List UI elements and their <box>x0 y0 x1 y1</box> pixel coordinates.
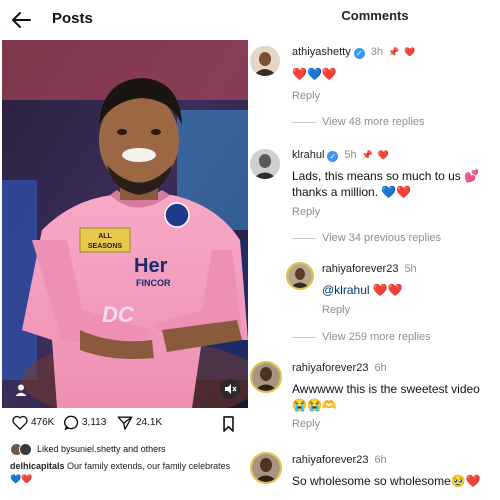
comment-action[interactable]: 3,113 <box>64 415 106 430</box>
caption-username[interactable]: delhicapitals <box>10 461 65 471</box>
comment-text-4: Awwwww this is the sweetest video 😭😭🫶 <box>292 382 480 412</box>
reply-button[interactable]: Reply <box>292 90 320 102</box>
avatar-image <box>252 363 280 391</box>
back-arrow-icon[interactable] <box>10 9 32 31</box>
avatar-image <box>250 46 280 76</box>
comment-text-5: So wholesome so wholesome🥹❤️ <box>292 474 481 488</box>
liked-by-prefix: Liked by <box>37 444 71 454</box>
comments-panel: Comments athiyashetty ✓ 3h 📌 ❤️ ❤️💙❤️ Reply … <box>250 0 500 500</box>
comment-username-2: klrahul ✓ 5h 📌 ❤️ <box>292 149 389 162</box>
sponsor-text-1: ALL <box>98 233 112 240</box>
heart-icon <box>12 415 28 430</box>
sponsor-text-4: FINCOR <box>136 278 171 288</box>
comment-time: 5h <box>344 149 357 161</box>
avatar[interactable] <box>250 452 282 484</box>
avatar[interactable] <box>250 149 280 179</box>
page-title: Posts <box>52 10 93 27</box>
comment-count: 3,113 <box>82 417 107 428</box>
comment-username-5: rahiyaforever23 6h <box>292 454 387 466</box>
post-action-bar: 476K 3,113 24.1K <box>0 412 250 436</box>
liked-by-user[interactable]: suniel.shetty <box>71 444 121 454</box>
view-more-replies[interactable]: View 48 more replies <box>322 116 425 128</box>
reply-button[interactable]: Reply <box>322 304 350 316</box>
share-count: 24.1K <box>136 417 163 428</box>
player-photo: ALL SEASONS Her FINCOR DC <box>2 40 248 408</box>
post-header: Posts <box>0 0 250 40</box>
comment-text-2: Lads, this means so much to us 💕 thanks … <box>292 169 480 199</box>
comment-user[interactable]: rahiyaforever23 <box>322 263 398 275</box>
comment-text-1: ❤️💙❤️ <box>292 67 337 81</box>
like-count: 476K <box>31 417 55 428</box>
creator-liked-heart-icon: ❤️ <box>404 47 416 57</box>
view-previous-replies[interactable]: View 34 previous replies <box>322 232 441 244</box>
comment-time: 6h <box>374 362 387 374</box>
comment-user[interactable]: athiyashetty <box>292 46 351 58</box>
pin-icon: 📌 <box>387 47 400 57</box>
share-paper-plane-icon <box>117 416 133 430</box>
comment-user[interactable]: rahiyaforever23 <box>292 454 368 466</box>
comment-text: ❤️❤️ <box>369 283 403 297</box>
pin-icon: 📌 <box>361 150 373 160</box>
reply-button[interactable]: Reply <box>292 418 320 430</box>
comment-time: 5h <box>404 263 417 275</box>
comment-text-3: @klrahul ❤️❤️ <box>322 282 403 298</box>
bookmark-icon[interactable] <box>222 416 235 432</box>
divider <box>292 238 316 239</box>
tagged-user-icon[interactable] <box>14 383 28 397</box>
comment-user[interactable]: klrahul <box>292 149 324 161</box>
verified-badge-icon: ✓ <box>327 151 339 162</box>
sponsor-text-2: SEASONS <box>88 243 123 250</box>
post-image[interactable]: ALL SEASONS Her FINCOR DC <box>2 40 248 408</box>
comment-username-1: athiyashetty ✓ 3h 📌 ❤️ <box>292 46 415 59</box>
divider <box>292 122 316 123</box>
comments-title: Comments <box>341 8 409 23</box>
liked-by-suffix: and others <box>120 444 166 454</box>
avatar[interactable] <box>286 262 314 290</box>
post-caption: delhicapitals Our family extends, our fa… <box>10 460 240 486</box>
like-action[interactable]: 476K <box>12 415 54 430</box>
mention-link[interactable]: @klrahul <box>322 283 370 297</box>
avatar <box>19 442 32 456</box>
mute-button[interactable] <box>220 379 240 399</box>
avatar[interactable] <box>250 361 282 393</box>
comment-username-3: rahiyaforever23 5h <box>322 263 417 275</box>
comment-user[interactable]: rahiyaforever23 <box>292 362 368 374</box>
creator-liked-heart-icon: ❤️ <box>377 150 390 160</box>
reply-button[interactable]: Reply <box>292 206 320 218</box>
avatar-image <box>252 454 280 482</box>
dc-watermark: DC <box>102 302 135 327</box>
comment-username-4: rahiyaforever23 6h <box>292 362 387 374</box>
liked-by-avatars <box>10 442 32 456</box>
view-more-replies[interactable]: View 259 more replies <box>322 331 431 343</box>
avatar-image <box>288 264 312 288</box>
share-action[interactable]: 24.1K <box>117 415 162 430</box>
avatar-image <box>250 149 280 179</box>
speaker-muted-icon <box>225 384 237 394</box>
comment-time: 3h <box>370 46 383 58</box>
comment-bubble-icon <box>64 415 79 430</box>
avatar[interactable] <box>250 46 280 76</box>
verified-badge-icon: ✓ <box>353 48 365 59</box>
post-panel: Posts ALL SEASONS Her FINCOR DC 476K 3,1… <box>0 0 250 500</box>
divider <box>292 337 316 338</box>
sponsor-text-3: Her <box>134 255 168 277</box>
liked-by-line: Liked by suniel.shetty and others <box>10 441 250 457</box>
comment-time: 6h <box>374 454 387 466</box>
